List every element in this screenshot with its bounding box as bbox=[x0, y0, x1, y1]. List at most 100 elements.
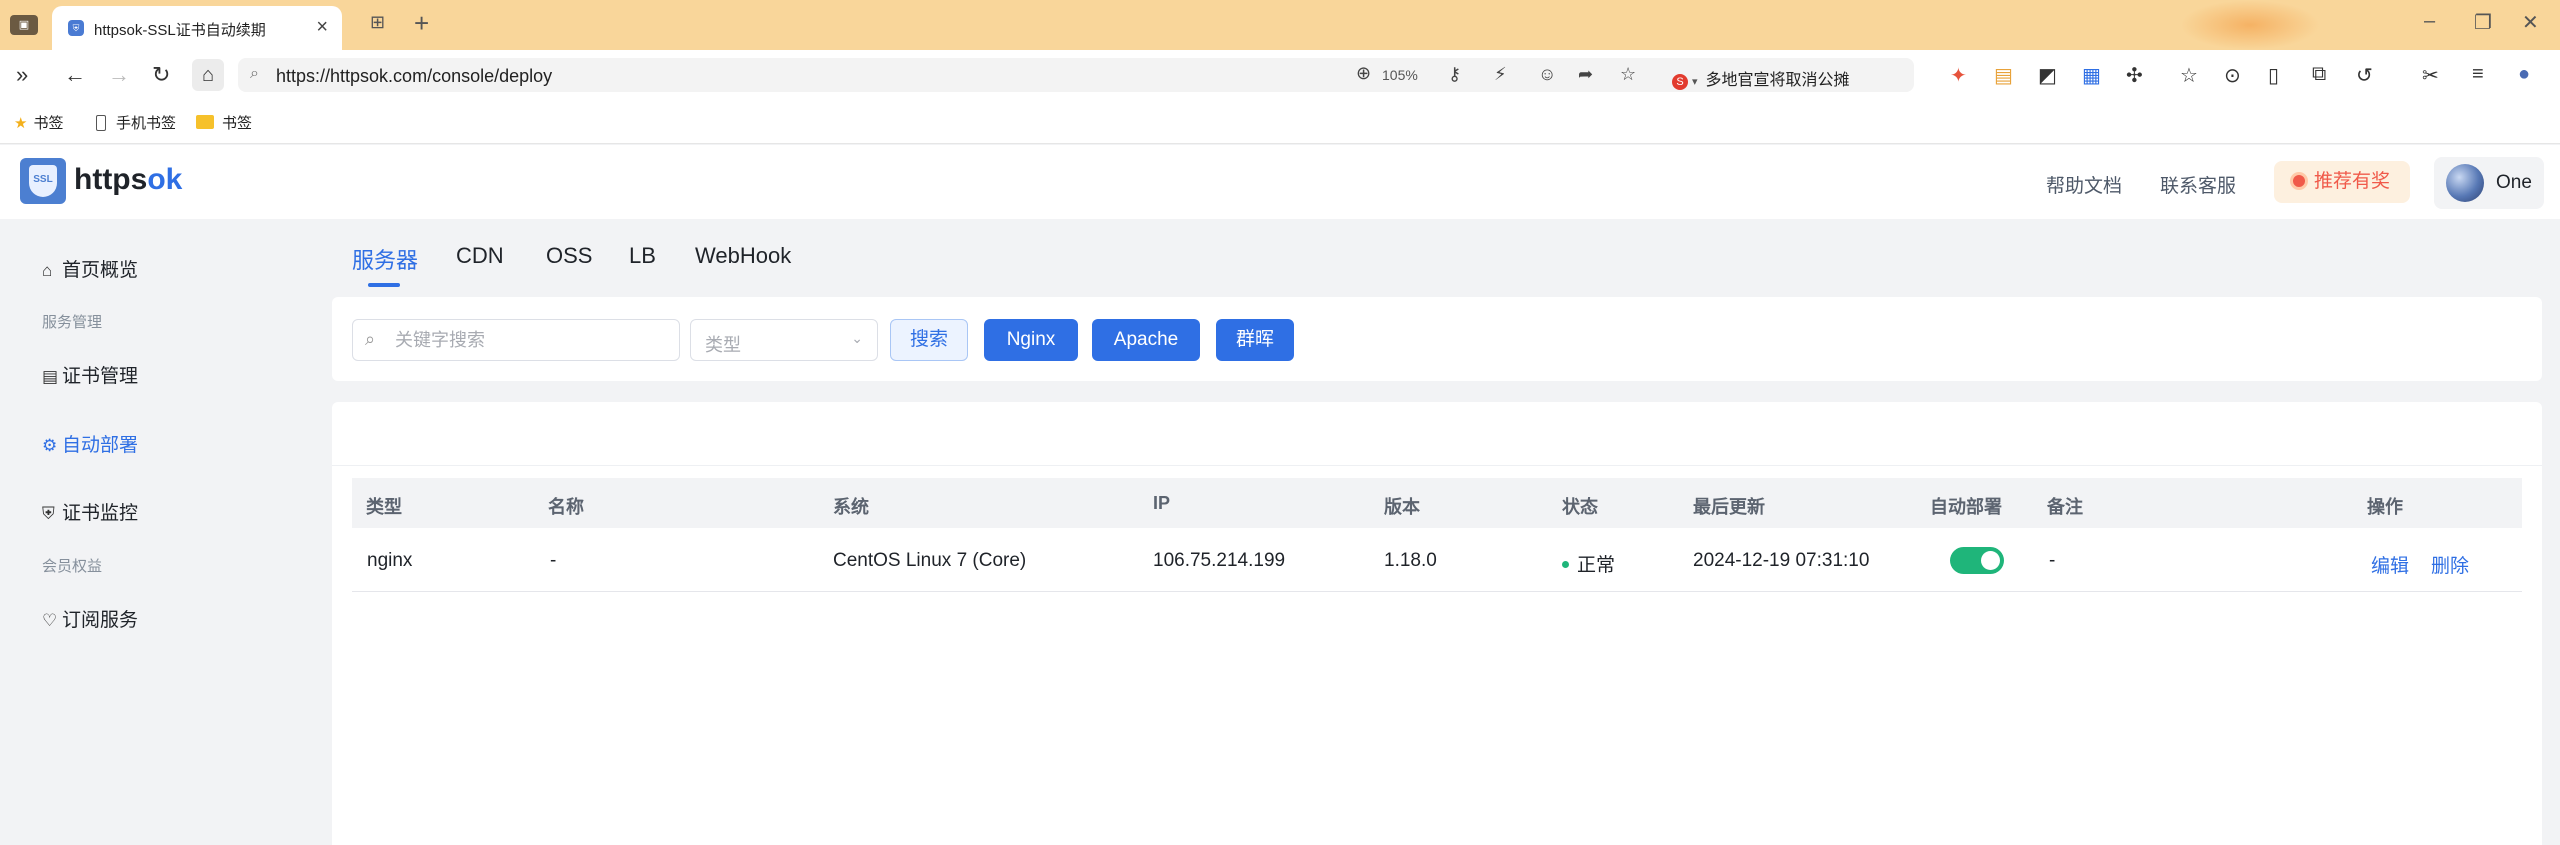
new-tab-icon[interactable]: + bbox=[414, 8, 429, 39]
col-name: 名称 bbox=[548, 497, 584, 517]
menu-icon[interactable]: ≡ bbox=[2472, 63, 2484, 86]
expand-sidebar-icon[interactable]: » bbox=[16, 62, 28, 88]
forward-icon[interactable]: → bbox=[108, 62, 130, 88]
sidebar-item-label: 自动部署 bbox=[62, 435, 139, 456]
edit-link[interactable]: 编辑 bbox=[2371, 551, 2409, 578]
table-header: 类型 名称 系统 IP 版本 状态 最后更新 自动部署 备注 操作 bbox=[352, 478, 2522, 528]
table-row: nginx - CentOS Linux 7 (Core) 106.75.214… bbox=[352, 528, 2522, 592]
history-icon[interactable]: ↺ bbox=[2356, 63, 2373, 88]
delete-link[interactable]: 删除 bbox=[2431, 551, 2469, 578]
sidebar-item-subscription[interactable]: ♡ 订阅服务 bbox=[42, 605, 138, 632]
download-icon[interactable]: ⊙ bbox=[2224, 63, 2241, 88]
referral-button[interactable]: 推荐有奖 bbox=[2274, 161, 2410, 203]
address-bar[interactable]: ⌕ https://httpsok.com/console/deploy ⊕ 1… bbox=[238, 58, 1914, 92]
browser-tab[interactable]: ⛨ httpsok-SSL证书自动续期 × bbox=[52, 6, 342, 50]
bookmark-star-icon[interactable]: ☆ bbox=[2180, 63, 2198, 88]
sidebar-item-auto-deploy[interactable]: ⚙ 自动部署 bbox=[42, 430, 138, 457]
user-menu[interactable]: One bbox=[2434, 157, 2544, 209]
bookmark-item-favorites[interactable]: ★ 书签 bbox=[14, 112, 63, 133]
zoom-level[interactable]: 105% bbox=[1382, 67, 1418, 83]
toggle-knob bbox=[1981, 551, 2000, 570]
col-actions: 操作 bbox=[2367, 497, 2403, 517]
tab-lb[interactable]: LB bbox=[629, 243, 656, 269]
bookmarks-bar: ★ 书签 手机书签 书签 bbox=[0, 100, 2560, 144]
deploy-icon: ⚙ bbox=[42, 436, 58, 455]
cell-type: nginx bbox=[367, 550, 413, 571]
sidebar-item-label: 首页概览 bbox=[62, 260, 139, 281]
search-field[interactable]: ⌕ bbox=[352, 319, 680, 361]
status-badge: 正常 bbox=[1562, 550, 1615, 577]
mobile-icon[interactable]: ▯ bbox=[2268, 63, 2279, 88]
home-icon: ⌂ bbox=[42, 261, 53, 280]
status-text: 正常 bbox=[1577, 555, 1616, 576]
profile-avatar-icon[interactable]: ● bbox=[2518, 63, 2530, 86]
bookmark-item-folder[interactable]: 书签 bbox=[196, 112, 252, 133]
lightning-icon[interactable]: ⚡ bbox=[1494, 64, 1507, 85]
notes-extension-icon[interactable]: ▤ bbox=[1994, 63, 2013, 88]
deploy-target-tabs: 服务器 CDN OSS LB WebHook bbox=[332, 219, 2560, 297]
active-tab-indicator bbox=[368, 283, 400, 287]
search-button[interactable]: 搜索 bbox=[890, 319, 968, 361]
logo-text-accent: ok bbox=[147, 163, 183, 196]
minimize-icon[interactable]: – bbox=[2424, 10, 2435, 33]
sidebar-item-home[interactable]: ⌂ 首页概览 bbox=[42, 255, 138, 282]
col-status: 状态 bbox=[1562, 497, 1598, 517]
back-icon[interactable]: ← bbox=[64, 62, 86, 88]
sidebar-item-cert-monitor[interactable]: ⛨ 证书监控 bbox=[42, 498, 138, 525]
cell-ip: 106.75.214.199 bbox=[1153, 550, 1286, 571]
url-text[interactable]: https://httpsok.com/console/deploy bbox=[276, 66, 552, 87]
sidebar-item-label: 订阅服务 bbox=[62, 610, 139, 631]
news-text: 多地官宣将取消公摊 bbox=[1705, 72, 1850, 89]
news-ticker[interactable]: S ▾ 多地官宣将取消公摊 bbox=[1672, 66, 1850, 90]
col-system: 系统 bbox=[833, 497, 869, 517]
browser-tab-bar: ▣ ⛨ httpsok-SSL证书自动续期 × ⊞ + – ❐ ✕ bbox=[0, 0, 2560, 50]
add-synology-button[interactable]: 群晖 bbox=[1216, 319, 1294, 361]
logo-text[interactable]: httpsok bbox=[74, 163, 182, 197]
heart-icon: ♡ bbox=[42, 611, 58, 630]
restore-icon[interactable]: ❐ bbox=[2474, 10, 2492, 35]
favorite-star-icon[interactable]: ☆ bbox=[1620, 64, 1636, 85]
extensions-icon[interactable]: ✣ bbox=[2126, 63, 2143, 88]
sidebar-item-cert-manage[interactable]: ▤ 证书管理 bbox=[42, 361, 138, 388]
home-icon[interactable]: ⌂ bbox=[192, 59, 224, 91]
bookmark-label: 手机书签 bbox=[116, 115, 177, 132]
search-input[interactable] bbox=[395, 328, 665, 352]
sidebar-item-label: 证书管理 bbox=[62, 366, 139, 387]
close-tab-icon[interactable]: × bbox=[316, 16, 328, 39]
logo-icon[interactable]: SSL bbox=[20, 158, 66, 204]
col-ip: IP bbox=[1153, 493, 1171, 513]
screenshot-icon[interactable]: ⧉ bbox=[2312, 63, 2326, 86]
tab-server[interactable]: 服务器 bbox=[352, 243, 418, 275]
translate-icon[interactable]: ▦ bbox=[2082, 63, 2101, 88]
key-icon[interactable]: ⚷ bbox=[1448, 64, 1461, 85]
cell-name: - bbox=[550, 550, 557, 571]
tab-cdn[interactable]: CDN bbox=[456, 243, 504, 269]
sidebar-item-label: 证书监控 bbox=[62, 503, 139, 524]
search-icon: ⌕ bbox=[365, 329, 376, 349]
avatar bbox=[2446, 164, 2484, 202]
auto-deploy-toggle[interactable] bbox=[1950, 547, 2004, 574]
type-select[interactable]: 类型 ⌄ bbox=[690, 319, 878, 361]
zoom-icon[interactable]: ⊕ bbox=[1356, 63, 1371, 84]
add-apache-button[interactable]: Apache bbox=[1092, 319, 1200, 361]
bookmark-item-mobile[interactable]: 手机书签 bbox=[96, 112, 176, 133]
folder-icon bbox=[196, 115, 214, 129]
reader-icon[interactable]: ☺ bbox=[1538, 64, 1556, 85]
app-header: SSL httpsok 帮助文档 联系客服 推荐有奖 One bbox=[0, 145, 2560, 219]
tab-oss[interactable]: OSS bbox=[546, 243, 592, 269]
close-window-icon[interactable]: ✕ bbox=[2522, 10, 2539, 35]
divider bbox=[332, 465, 2542, 466]
add-nginx-button[interactable]: Nginx bbox=[984, 319, 1078, 361]
scissors-icon[interactable]: ✂ bbox=[2422, 63, 2439, 88]
ai-assistant-icon[interactable]: ✦ bbox=[1950, 63, 1967, 88]
cell-last-updated: 2024-12-19 07:31:10 bbox=[1693, 550, 1870, 571]
reload-icon[interactable]: ↻ bbox=[152, 62, 170, 88]
chart-extension-icon[interactable]: ◩ bbox=[2038, 63, 2057, 88]
help-docs-link[interactable]: 帮助文档 bbox=[2046, 171, 2122, 198]
browser-sidebar-icon[interactable]: ▣ bbox=[10, 15, 38, 35]
contact-support-link[interactable]: 联系客服 bbox=[2160, 171, 2236, 198]
tab-groups-icon[interactable]: ⊞ bbox=[370, 12, 385, 33]
tab-webhook[interactable]: WebHook bbox=[695, 243, 791, 269]
share-icon[interactable]: ➦ bbox=[1578, 64, 1593, 85]
browser-toolbar: » ← → ↻ ⌂ ⌕ https://httpsok.com/console/… bbox=[0, 50, 2560, 100]
